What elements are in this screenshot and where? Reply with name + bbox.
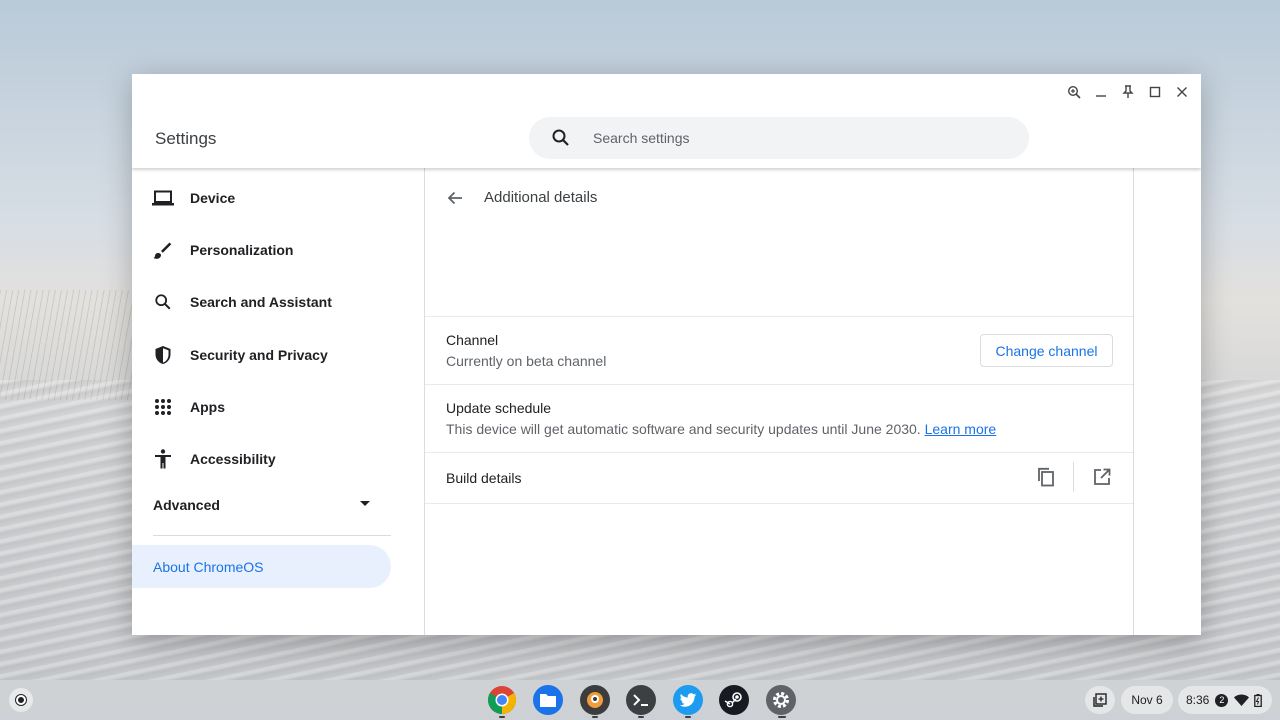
sidebar-item-label: Apps bbox=[190, 399, 225, 415]
sidebar-item-device[interactable]: Device bbox=[132, 178, 391, 218]
change-channel-button[interactable]: Change channel bbox=[980, 334, 1113, 367]
pin-icon bbox=[1121, 84, 1134, 98]
settings-icon[interactable] bbox=[766, 685, 796, 715]
zoom-icon bbox=[1067, 85, 1081, 99]
content-panel: Additional details Channel Currently on … bbox=[424, 168, 1134, 635]
tote-icon bbox=[1093, 693, 1107, 707]
running-indicator bbox=[638, 716, 644, 718]
sidebar-item-label: Personalization bbox=[190, 242, 294, 258]
minimize-button[interactable] bbox=[1089, 80, 1112, 103]
files-icon[interactable] bbox=[533, 685, 563, 715]
sidebar-item-personalization[interactable]: Personalization bbox=[132, 230, 391, 270]
running-indicator bbox=[685, 716, 691, 718]
window-controls bbox=[1062, 80, 1193, 103]
steam-icon[interactable] bbox=[719, 685, 749, 715]
sidebar-item-label: About ChromeOS bbox=[153, 558, 264, 575]
sidebar-item-accessibility[interactable]: Accessibility bbox=[132, 439, 391, 479]
pin-button[interactable] bbox=[1116, 80, 1139, 103]
chrome-icon[interactable] bbox=[487, 685, 517, 715]
apps-grid-icon bbox=[152, 396, 174, 418]
shelf: Nov 6 8:36 2 bbox=[0, 680, 1280, 720]
zoom-button[interactable] bbox=[1062, 80, 1085, 103]
maximize-button[interactable] bbox=[1143, 80, 1166, 103]
running-indicator bbox=[592, 716, 598, 718]
close-button[interactable] bbox=[1170, 80, 1193, 103]
sidebar-item-about-chromeos[interactable]: About ChromeOS bbox=[132, 545, 391, 588]
settings-window: Settings Device Personalization Search a… bbox=[132, 74, 1201, 635]
clock: 8:36 bbox=[1186, 693, 1210, 707]
search-icon bbox=[152, 291, 174, 313]
status-tray[interactable]: 8:36 2 bbox=[1178, 686, 1272, 714]
close-icon bbox=[1176, 86, 1187, 97]
learn-more-link[interactable]: Learn more bbox=[925, 421, 997, 437]
divider bbox=[425, 503, 1133, 504]
update-schedule-title: Update schedule bbox=[446, 400, 552, 416]
wifi-icon bbox=[1234, 694, 1250, 706]
laptop-icon bbox=[152, 187, 174, 209]
page-title: Additional details bbox=[484, 189, 598, 206]
divider bbox=[1073, 462, 1074, 492]
notification-count-badge: 2 bbox=[1215, 693, 1229, 707]
back-arrow-icon[interactable] bbox=[445, 188, 465, 208]
channel-subtitle: Currently on beta channel bbox=[446, 353, 607, 369]
update-schedule-subtitle: This device will get automatic software … bbox=[446, 421, 996, 437]
sidebar-divider bbox=[153, 535, 391, 536]
twitter-icon[interactable] bbox=[673, 685, 703, 715]
cantor-icon[interactable] bbox=[580, 685, 610, 715]
running-indicator bbox=[778, 716, 786, 718]
launcher-button[interactable] bbox=[9, 688, 33, 712]
copy-icon bbox=[1038, 467, 1054, 487]
accessibility-icon bbox=[152, 448, 174, 470]
search-icon bbox=[552, 129, 569, 146]
sidebar-item-label: Device bbox=[190, 190, 236, 206]
running-indicator bbox=[499, 716, 505, 718]
date-tray[interactable]: Nov 6 bbox=[1121, 686, 1173, 714]
sidebar-item-apps[interactable]: Apps bbox=[132, 387, 391, 427]
sidebar-item-label: Search and Assistant bbox=[190, 294, 332, 310]
divider bbox=[425, 452, 1133, 453]
update-schedule-text: This device will get automatic software … bbox=[446, 421, 921, 437]
advanced-label: Advanced bbox=[153, 497, 220, 513]
search-bar[interactable] bbox=[529, 117, 1029, 159]
open-build-details-button[interactable] bbox=[1088, 463, 1116, 491]
open-in-new-icon bbox=[1094, 468, 1111, 485]
chevron-down-icon bbox=[360, 501, 370, 506]
battery-icon bbox=[1254, 693, 1263, 707]
minimize-icon bbox=[1095, 94, 1106, 97]
sidebar: Device Personalization Search and Assist… bbox=[132, 168, 424, 635]
brush-icon bbox=[152, 239, 174, 261]
build-details-title: Build details bbox=[446, 470, 522, 486]
copy-build-details-button[interactable] bbox=[1032, 463, 1060, 491]
search-input[interactable] bbox=[593, 130, 973, 146]
channel-title: Channel bbox=[446, 332, 499, 348]
sidebar-item-security-and-privacy[interactable]: Security and Privacy bbox=[132, 335, 391, 375]
sidebar-item-label: Security and Privacy bbox=[190, 347, 328, 363]
title-bar: Settings bbox=[132, 74, 1201, 168]
tote-button[interactable] bbox=[1085, 686, 1115, 714]
divider bbox=[425, 316, 1133, 317]
app-title: Settings bbox=[155, 129, 217, 148]
divider bbox=[425, 384, 1133, 385]
sidebar-item-label: Accessibility bbox=[190, 451, 276, 467]
advanced-toggle[interactable]: Advanced bbox=[153, 493, 373, 517]
launcher-icon bbox=[16, 695, 26, 705]
shield-icon bbox=[152, 344, 174, 366]
terminal-icon[interactable] bbox=[626, 685, 656, 715]
sidebar-item-search-and-assistant[interactable]: Search and Assistant bbox=[132, 282, 391, 322]
maximize-icon bbox=[1149, 86, 1160, 97]
